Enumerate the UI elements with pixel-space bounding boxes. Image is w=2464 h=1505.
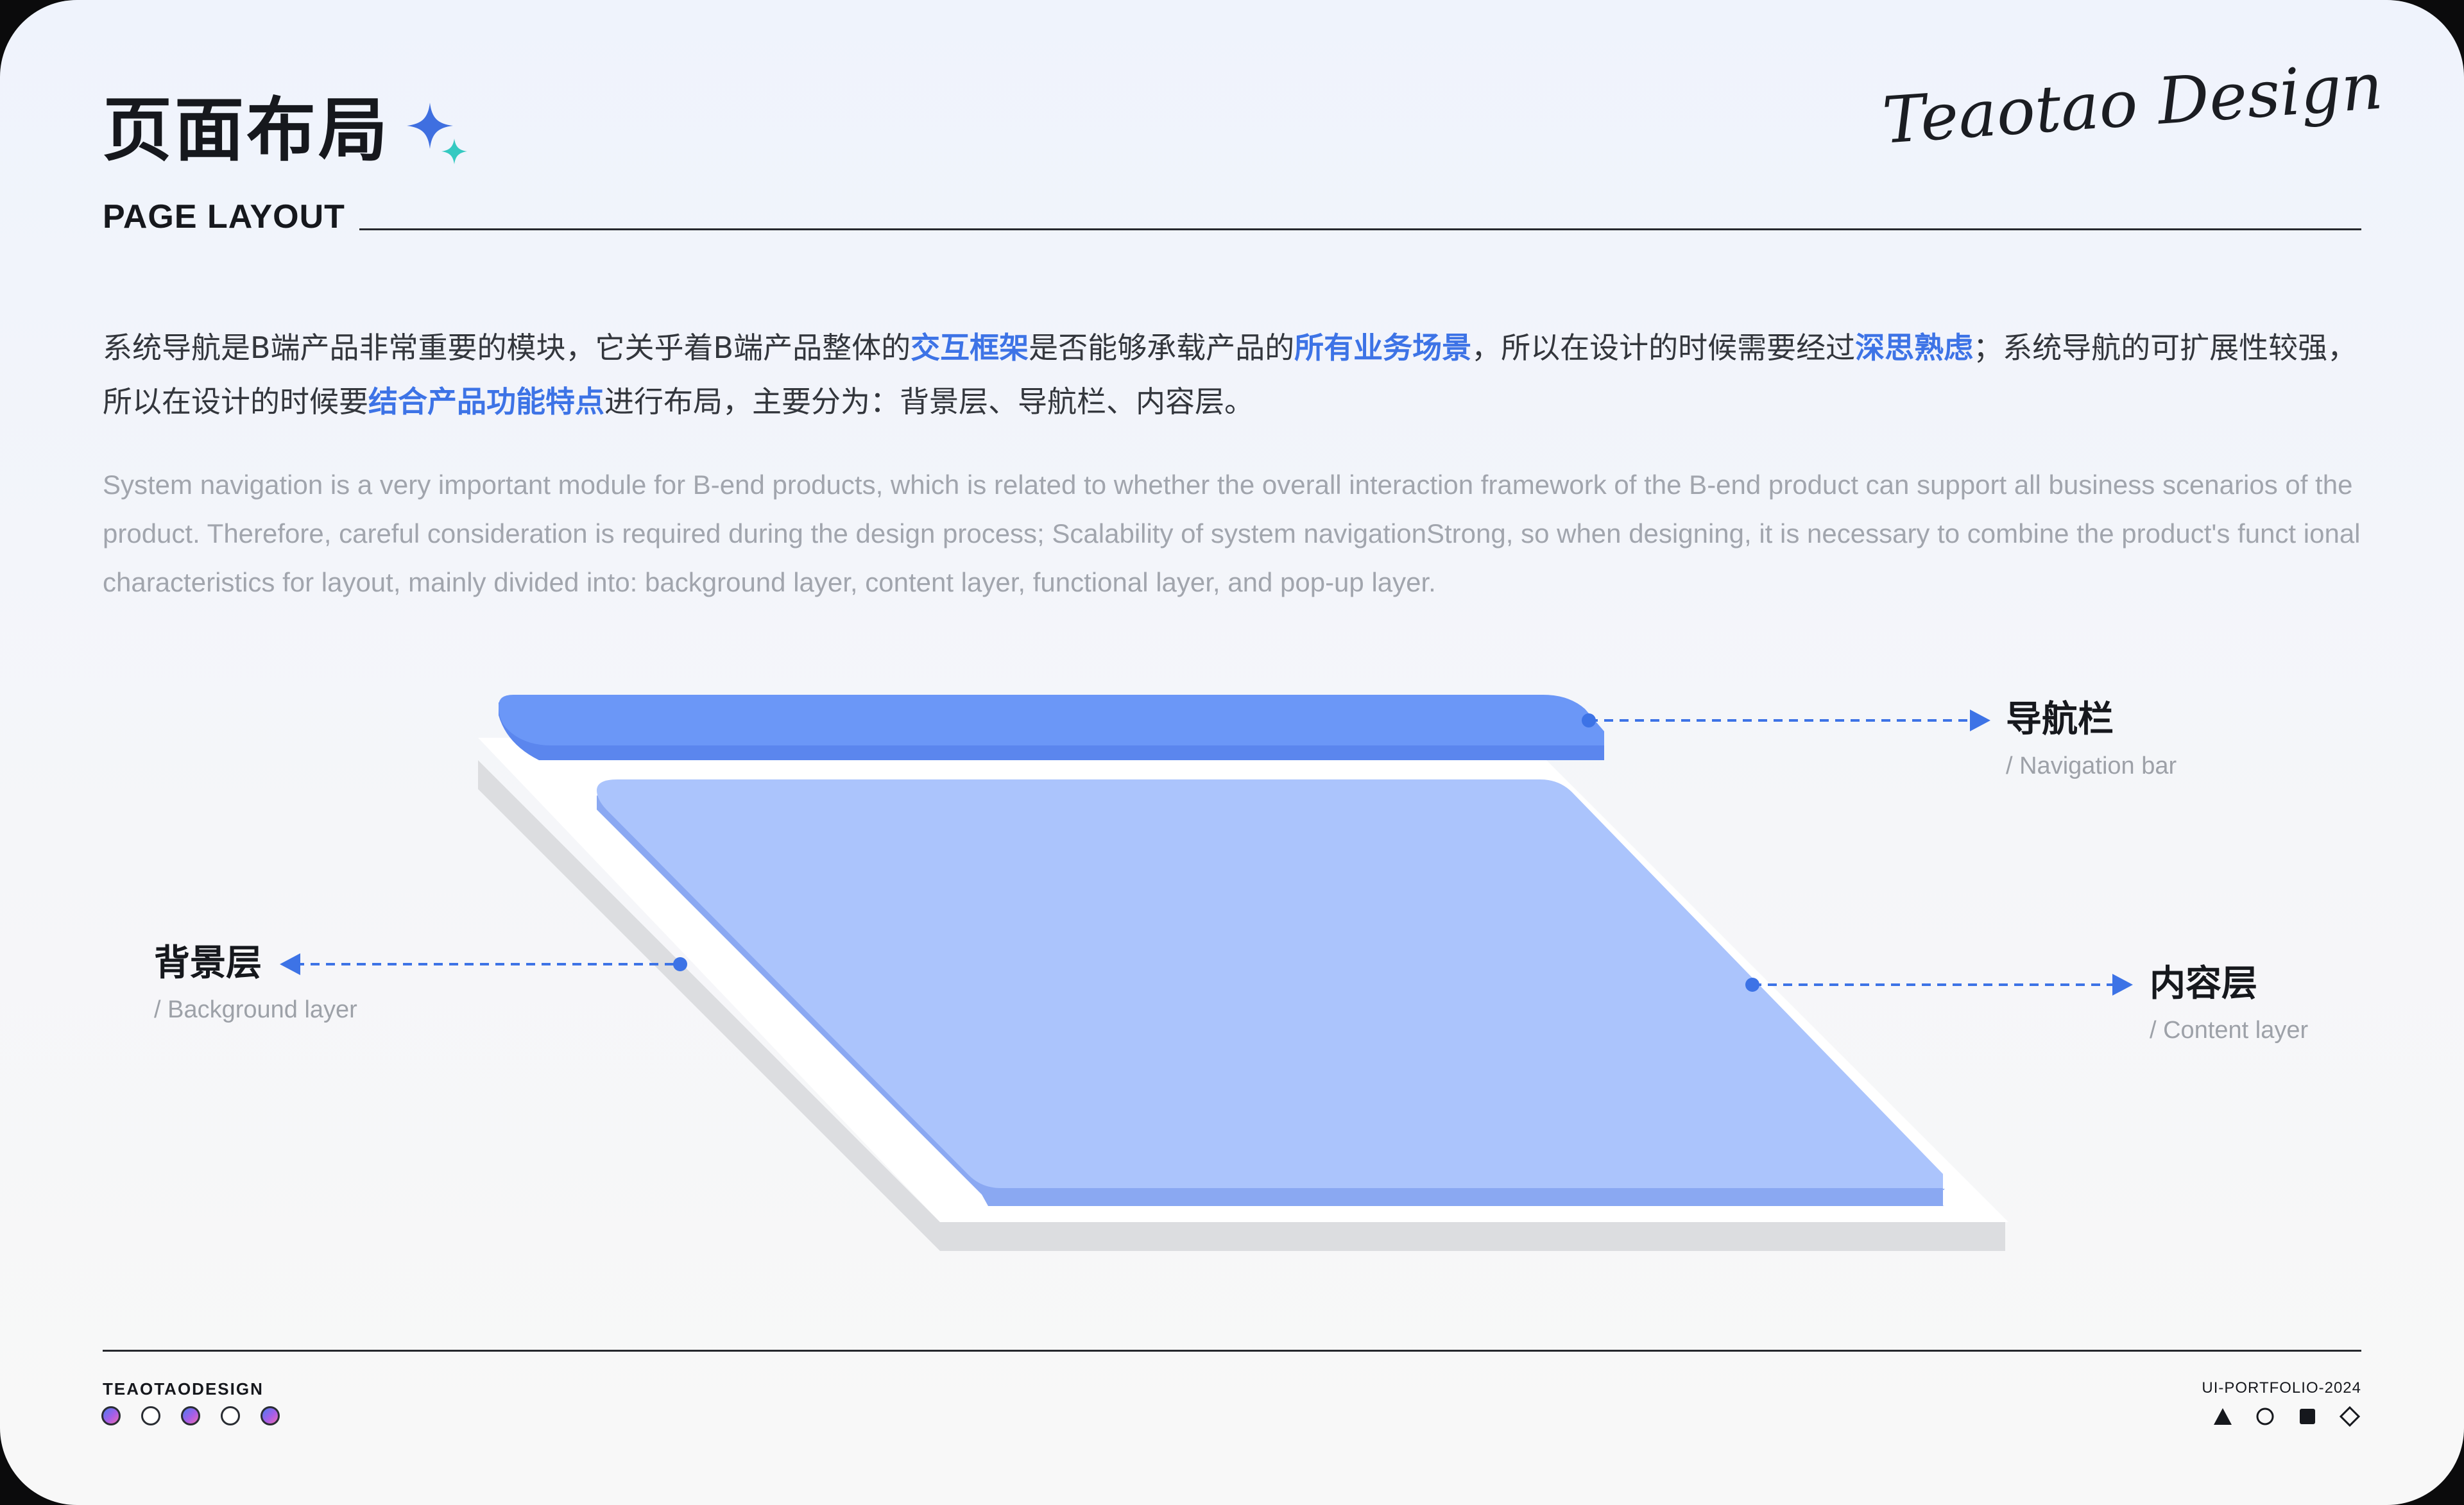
callout-subtitle-nav: / Navigation bar: [2006, 752, 2177, 779]
gradient-dot-icon: [101, 1406, 121, 1425]
arrow-right-icon: [1970, 710, 1990, 731]
triangle-icon: [2212, 1406, 2233, 1427]
outline-dot-icon: [221, 1406, 240, 1425]
footer-shapes: [2212, 1406, 2361, 1427]
square-icon: [2297, 1406, 2318, 1427]
callout-title-nav: 导航栏: [2006, 699, 2114, 740]
nav-layer: [499, 695, 1604, 760]
arrow-left-icon: [280, 953, 300, 975]
callout-dot-nav: [1582, 713, 1596, 727]
outline-dot-icon: [141, 1406, 160, 1425]
footer-divider: [103, 1350, 2361, 1352]
footer-brand: TEAOTAODESIGN: [103, 1379, 264, 1399]
gradient-dot-icon: [261, 1406, 280, 1425]
callout-subtitle-background: / Background layer: [154, 996, 357, 1023]
footer-portfolio-label: UI-PORTFOLIO-2024: [2202, 1379, 2361, 1397]
gradient-dot-icon: [181, 1406, 200, 1425]
page-layout-slide: 页面布局 PAGE LAYOUT Teaotao Design 系统导航是B端产…: [0, 0, 2464, 1505]
callout-title-content: 内容层: [2150, 963, 2257, 1005]
arrow-right-icon: [2112, 974, 2133, 996]
callout-title-background: 背景层: [154, 942, 262, 984]
footer-dots: [101, 1406, 280, 1425]
callout-dot-background: [673, 957, 687, 971]
content-layer: [597, 779, 1944, 1206]
callout-subtitle-content: / Content layer: [2150, 1017, 2309, 1044]
callout-dot-content: [1745, 978, 1759, 992]
circle-icon: [2255, 1406, 2275, 1427]
diamond-icon: [2339, 1406, 2361, 1427]
